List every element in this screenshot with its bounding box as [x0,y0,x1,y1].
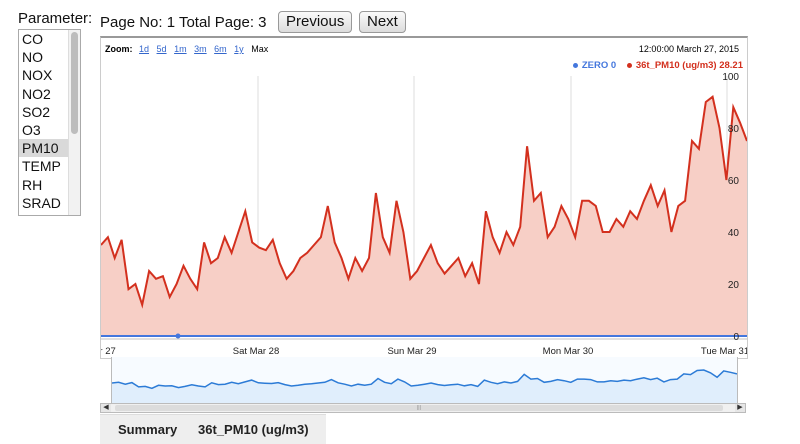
parameter-option[interactable]: O3 [19,121,68,139]
parameter-list-scrollbar[interactable] [68,30,80,215]
parameter-option[interactable]: NO2 [19,85,68,103]
y-tick-label: 40 [728,228,740,239]
parameter-option[interactable]: TEMP [19,157,68,175]
y-tick-label: 0 [733,332,739,343]
horizontal-scrollbar[interactable]: ◀ ||| ▶ [100,403,746,413]
scroll-right-icon[interactable]: ▶ [735,404,745,412]
x-tick-label: Sat Mar 28 [233,346,279,357]
parameter-option[interactable]: PM10 [19,139,68,158]
parameter-option[interactable]: SO2 [19,103,68,121]
parameter-label: Parameter: [18,10,93,27]
next-button[interactable]: Next [359,11,406,33]
parameter-listbox[interactable]: CO NO NOX NO2 SO2 O3 PM10 TEMP RH SRAD [18,29,81,216]
y-tick-label: 60 [728,176,740,187]
x-tick-label: Tue Mar 31 [701,346,747,357]
navigator-chart[interactable] [112,357,737,403]
parameter-option[interactable]: CO [19,30,68,48]
x-tick-label: Sun Mar 29 [387,346,436,357]
grip-icon: ||| [417,405,421,411]
parameter-option[interactable]: NOX [19,66,68,84]
summary-column: 36t_PM10 (ug/m3) [198,422,309,437]
y-tick-label: 20 [728,280,740,291]
y-tick-label: 100 [722,72,739,83]
parameter-option[interactable]: RH [19,176,68,194]
parameter-option[interactable]: NO [19,48,68,66]
previous-button[interactable]: Previous [278,11,353,33]
x-tick-label: Mon Mar 30 [543,346,594,357]
navigator[interactable] [111,357,738,403]
scroll-left-icon[interactable]: ◀ [101,404,111,412]
y-tick-label: 80 [728,124,740,135]
summary-header: Summary 36t_PM10 (ug/m3) [100,414,326,444]
scrollbar-thumb[interactable] [71,32,78,134]
pm10-area [101,96,747,336]
page-info: Page No: 1 Total Page: 3 [100,14,267,31]
main-chart[interactable]: 0 20 40 60 80 100 Mar 27 Sat Mar 28 Sun Mar 29 Mo… [101,38,747,358]
chart-panel: Zoom: 1d 5d 1m 3m 6m 1y Max 12:00:00 Mar… [100,36,748,359]
x-tick-label: Mar 27 [101,346,116,357]
zero-series-marker [175,333,181,339]
summary-label: Summary [118,422,178,437]
parameter-option[interactable]: SRAD [19,194,68,212]
